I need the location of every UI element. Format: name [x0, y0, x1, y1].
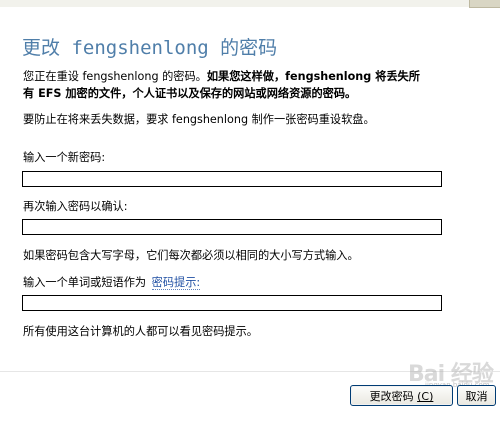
new-password-field[interactable] — [22, 171, 442, 187]
change-password-mnemonic: (C) — [417, 390, 434, 403]
case-sensitivity-note: 如果密码包含大写字母，它们每次都必须以相同的大小写方式输入。 — [23, 249, 359, 262]
new-password-label: 输入一个新密码: — [23, 151, 106, 164]
password-hint-field[interactable] — [22, 295, 442, 311]
confirm-password-label: 再次输入密码以确认: — [23, 200, 128, 213]
hint-visibility-note: 所有使用这台计算机的人都可以看见密码提示。 — [23, 325, 258, 338]
reset-disk-advice: 要防止在将来丢失数据，要求 fengshenlong 制作一张密码重设软盘。 — [23, 113, 375, 126]
password-hint-label: 输入一个单词或短语作为 — [23, 276, 147, 289]
efs-warning-text: 您正在重设 fengshenlong 的密码。如果您这样做，fengshenlo… — [23, 68, 420, 102]
password-hint-link[interactable]: 密码提示: — [151, 276, 201, 290]
change-password-button[interactable]: 更改密码 (C) — [350, 385, 453, 406]
page-title: 更改 fengshenlong 的密码 — [22, 37, 278, 59]
window-top-border — [0, 0, 500, 8]
warning-bold-line1: 如果您这样做，fengshenlong 将丢失所 — [206, 70, 420, 83]
warning-prefix: 您正在重设 fengshenlong 的密码。 — [23, 70, 207, 83]
password-hint-label-row: 输入一个单词或短语作为 密码提示: — [23, 274, 201, 291]
change-password-label: 更改密码 — [369, 390, 414, 403]
warning-bold-line2: 有 EFS 加密的文件，个人证书以及保存的网站或网络资源的密码。 — [23, 87, 357, 100]
cancel-button[interactable]: 取消 — [457, 385, 496, 406]
confirm-password-field[interactable] — [22, 219, 442, 235]
window-corner-control[interactable] — [469, 0, 500, 8]
